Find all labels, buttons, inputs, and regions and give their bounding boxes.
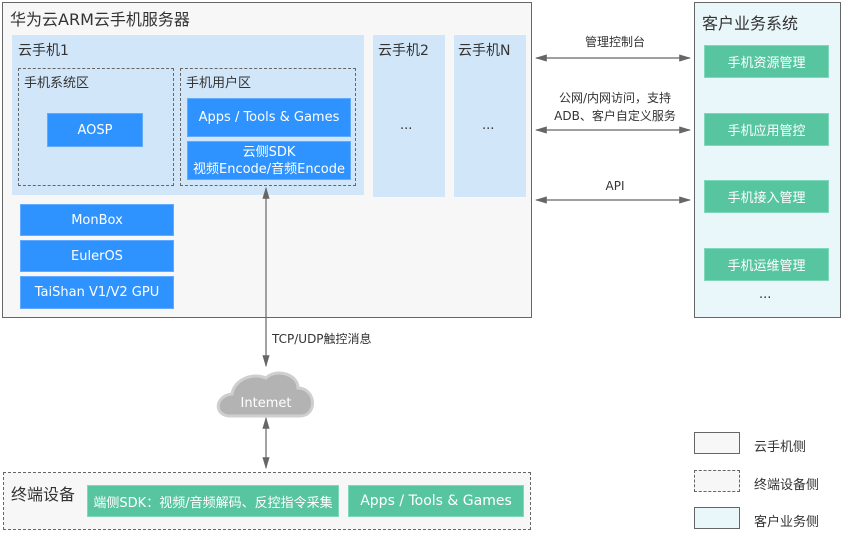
legend-swatch-terminal-side <box>694 470 740 492</box>
legend-swatch-customer-side <box>694 507 740 529</box>
legend-label-customer-side: 客户业务侧 <box>754 515 820 530</box>
terminal-apps-block: Apps / Tools & Games <box>348 485 524 517</box>
terminal-sdk-block: 端侧SDK：视频/音频解码、反控指令采集 <box>87 485 339 517</box>
legend-swatch-cloud-side <box>694 432 740 454</box>
internet-label: Intemet <box>240 396 292 411</box>
terminal-title: 终端设备 <box>11 485 76 504</box>
legend-label-terminal-side: 终端设备侧 <box>754 478 820 493</box>
legend-label-cloud-side: 云手机侧 <box>754 440 807 455</box>
